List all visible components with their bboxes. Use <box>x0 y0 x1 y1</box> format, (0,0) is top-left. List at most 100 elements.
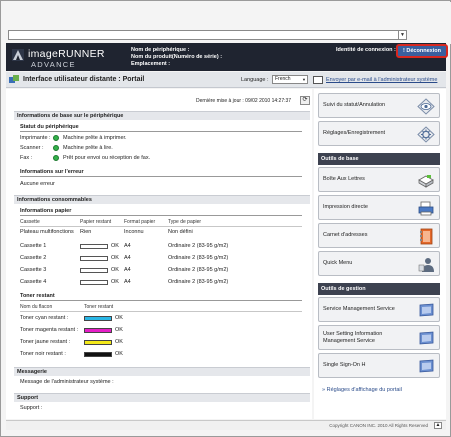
location-label: Emplacement : <box>131 61 171 67</box>
toner-level-bar <box>84 340 112 345</box>
divider <box>20 226 302 227</box>
paper-size: Inconnu <box>124 229 144 235</box>
toner-status: OK <box>115 351 123 357</box>
scanner-label: Scanner : <box>20 145 44 151</box>
paper-size: A4 <box>124 267 131 273</box>
address-bar[interactable]: ▼ <box>8 30 407 40</box>
printer-icon <box>418 201 434 216</box>
paper-remaining: Rien <box>80 229 92 235</box>
gear-icon <box>417 126 435 143</box>
mailbox-button[interactable]: Boîte Aux Lettres <box>318 167 440 192</box>
printer-label: Imprimante : <box>20 135 51 141</box>
paper-source: Cassette 3 <box>20 267 47 273</box>
status-monitor-button[interactable]: Suivi du statut/Annulation <box>318 93 440 118</box>
language-select[interactable]: French ▼ <box>272 75 308 84</box>
paper-source: Cassette 2 <box>20 255 47 261</box>
toner-status: OK <box>115 315 123 321</box>
paper-type: Ordinaire 2 (83-95 g/m2) <box>168 267 229 273</box>
service-management-label: Service Management Service <box>323 306 395 312</box>
paper-col-remaining: Papier restant <box>80 219 112 225</box>
user-setting-label-line2: Management Service <box>323 338 375 344</box>
fax-status: Prêt pour envoi ou réception de fax. <box>63 155 151 161</box>
mailbox-icon <box>418 175 434 188</box>
status-ok-icon <box>53 135 59 141</box>
paper-status: OK <box>111 267 119 273</box>
quick-menu-label: Quick Menu <box>323 260 353 266</box>
logout-button[interactable]: ! Déconnexion <box>396 44 448 58</box>
toner-name: Toner noir restant : <box>20 351 66 357</box>
toner-col-remaining: Toner restant <box>84 304 114 310</box>
portal-header: imageRUNNER ADVANCE Nom de périphérique … <box>6 43 448 71</box>
logout-label: Déconnexion <box>406 48 441 54</box>
service-management-button[interactable]: Service Management Service <box>318 297 440 322</box>
single-sign-on-button[interactable]: Single Sign-On H <box>318 353 440 378</box>
mail-icon[interactable] <box>313 76 323 84</box>
chevron-down-icon: ▼ <box>302 77 306 82</box>
paper-status: OK <box>111 243 119 249</box>
basic-tools-header: Outils de base <box>318 153 440 165</box>
scanner-status: Machine prête à lire. <box>63 145 113 151</box>
status-ok-icon <box>53 145 59 151</box>
browser-window: ▼ imageRUNNER ADVANCE Nom de périphériqu… <box>0 0 451 437</box>
login-identity-label: Identité de connexion : <box>336 47 396 53</box>
address-book-button[interactable]: Carnet d'adresses <box>318 223 440 248</box>
user-setting-label-line1: User Setting Information <box>323 331 383 337</box>
device-status-header: Statut du périphérique <box>20 124 302 132</box>
quick-menu-button[interactable]: Quick Menu <box>318 251 440 276</box>
monitor-icon <box>419 359 434 373</box>
settings-button[interactable]: Réglages/Enregistrement <box>318 121 440 146</box>
paper-source: Cassette 4 <box>20 279 47 285</box>
status-monitor-label: Suivi du statut/Annulation <box>323 102 386 108</box>
status-ok-icon <box>53 155 59 161</box>
address-book-icon <box>420 228 433 245</box>
portal-icon <box>9 75 19 83</box>
language-value: French <box>275 76 291 82</box>
admin-message-label: Message de l'administrateur système : <box>20 379 114 385</box>
right-panel: Suivi du statut/Annulation Réglages/Enre… <box>314 89 446 419</box>
footer: Copyright CANON INC. 2010 All Rights Res… <box>6 420 446 430</box>
browser-toolbar: ▼ <box>2 2 451 44</box>
support-header: Support <box>14 393 310 402</box>
paper-level-meter <box>80 256 108 261</box>
paper-source: Cassette 1 <box>20 243 47 249</box>
paper-type: Ordinaire 2 (83-95 g/m2) <box>168 243 229 249</box>
language-label: Language : <box>241 77 269 83</box>
email-admin-link[interactable]: Envoyer par e-mail à l'administrateur sy… <box>326 77 437 83</box>
messaging-header: Messagerie <box>14 367 310 376</box>
user-setting-management-button[interactable]: User Setting Information Management Serv… <box>318 325 440 350</box>
paper-type: Non défini <box>168 229 193 235</box>
paper-size: A4 <box>124 243 131 249</box>
paper-status: OK <box>111 279 119 285</box>
eye-icon <box>417 98 435 115</box>
single-sign-on-label: Single Sign-On H <box>323 362 366 368</box>
paper-status: OK <box>111 255 119 261</box>
toner-name: Toner magenta restant : <box>20 327 79 333</box>
direct-print-button[interactable]: Impression directe <box>318 195 440 220</box>
user-setting-management-label: User Setting Information Management Serv… <box>323 331 382 345</box>
device-info-labels: Nom de périphérique : Nom du produit(Num… <box>131 47 222 68</box>
product-logo-line2: ADVANCE <box>31 60 76 69</box>
toner-level-bar <box>84 352 112 357</box>
support-label: Support : <box>20 405 43 411</box>
printer-status: Machine prête à imprimer. <box>63 135 127 141</box>
paper-level-meter <box>80 268 108 273</box>
paper-size: A4 <box>124 255 131 261</box>
user-icon <box>418 258 434 272</box>
main-content: Dernière mise à jour : 09/02 2010 14:27:… <box>6 89 312 419</box>
basic-info-header: Informations de base sur le périphérique <box>14 111 310 120</box>
error-text: Aucune erreur <box>20 181 55 187</box>
toner-status: OK <box>115 327 123 333</box>
portal-display-settings-link[interactable]: » Réglages d'affichage du portail <box>322 387 402 393</box>
paper-col-type: Type de papier <box>168 219 202 225</box>
canon-logo-icon <box>12 49 24 61</box>
paper-type: Ordinaire 2 (83-95 g/m2) <box>168 255 229 261</box>
product-logo-line1: imageRUNNER <box>28 48 105 60</box>
toner-level-bar <box>84 316 112 321</box>
toner-col-name: Nom du flacon <box>20 304 53 310</box>
refresh-button[interactable]: ⟳ <box>300 96 310 105</box>
back-to-top-button[interactable]: ▲ <box>434 422 442 429</box>
paper-type: Ordinaire 2 (83-95 g/m2) <box>168 279 229 285</box>
toner-status: OK <box>115 339 123 345</box>
toner-name: Toner cyan restant : <box>20 315 69 321</box>
address-dropdown-button[interactable]: ▼ <box>398 31 406 39</box>
